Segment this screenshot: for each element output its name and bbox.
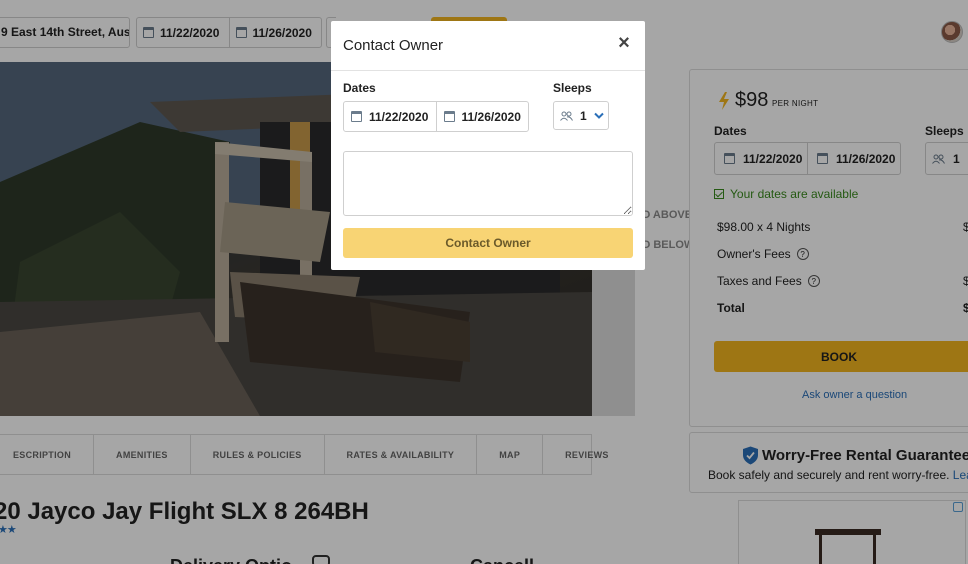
modal-sleeps-value: 1	[580, 108, 587, 123]
modal-sleeps-label: Sleeps	[553, 81, 592, 95]
modal-checkin-value: 11/22/2020	[369, 109, 429, 124]
modal-title: Contact Owner	[343, 37, 444, 54]
contact-owner-button[interactable]: Contact Owner	[343, 228, 633, 258]
chevron-down-icon	[593, 112, 604, 119]
message-textarea[interactable]	[343, 151, 633, 216]
modal-sleeps-select[interactable]: 1	[553, 101, 609, 130]
contact-owner-modal: Contact Owner × Dates Sleeps 11/22/2020 …	[331, 21, 645, 270]
modal-checkout[interactable]: 11/26/2020	[435, 102, 529, 131]
modal-checkout-value: 11/26/2020	[461, 109, 521, 124]
modal-dates-label: Dates	[343, 81, 376, 95]
calendar-icon	[351, 111, 362, 122]
close-icon[interactable]: ×	[615, 33, 633, 53]
modal-divider	[331, 70, 645, 71]
modal-checkin[interactable]: 11/22/2020	[344, 102, 436, 131]
guests-icon	[560, 111, 573, 121]
modal-date-range[interactable]: 11/22/2020 11/26/2020	[343, 101, 529, 132]
calendar-icon	[443, 111, 455, 122]
